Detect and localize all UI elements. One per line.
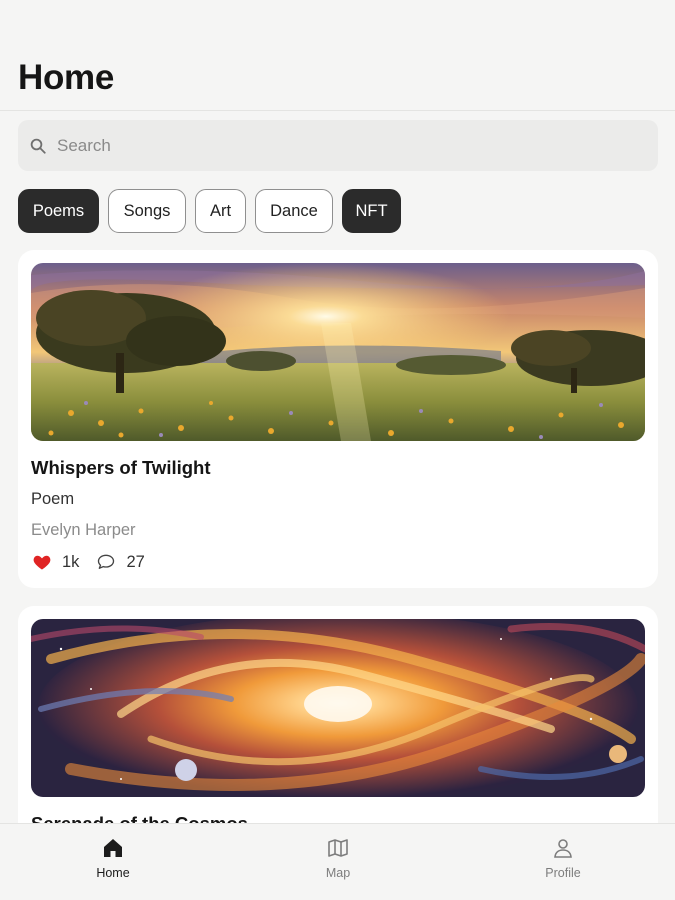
search-icon (30, 138, 46, 154)
page-title: Home (18, 58, 115, 97)
header: Home (0, 0, 675, 111)
tab-profile[interactable]: Profile (513, 836, 613, 890)
like-count: 1k (62, 552, 80, 571)
chip-songs[interactable]: Songs (108, 189, 186, 233)
profile-icon (554, 839, 572, 858)
heart-icon[interactable] (32, 552, 52, 572)
card-image (31, 263, 645, 441)
home-icon (104, 839, 122, 857)
card-author: Evelyn Harper (31, 521, 136, 539)
sunset-meadow-painting (31, 263, 645, 441)
tab-home[interactable]: Home (63, 836, 163, 890)
chip-dance[interactable]: Dance (255, 189, 333, 233)
chip-art[interactable]: Art (195, 189, 246, 233)
chip-poems[interactable]: Poems (18, 189, 99, 233)
map-icon (328, 839, 348, 857)
card-type: Poem (31, 490, 75, 508)
card-stats: 1k 27 (32, 552, 162, 572)
comment-count: 27 (126, 552, 145, 571)
galaxy-swirl-painting (31, 619, 645, 797)
search-input[interactable] (57, 135, 617, 156)
comment-icon[interactable] (96, 552, 116, 572)
bottom-tab-bar: Home Map Profile (0, 823, 675, 900)
feed-card[interactable]: Serenade of the Cosmos (18, 606, 658, 823)
card-title: Whispers of Twilight (31, 457, 211, 478)
tab-label: Home (96, 866, 130, 880)
tab-label: Map (325, 866, 351, 880)
category-chips: Poems Songs Art Dance NFT (18, 189, 410, 233)
tab-label: Profile (545, 866, 581, 880)
feed-list: Whispers of Twilight Poem Evelyn Harper … (0, 250, 675, 823)
feed-card[interactable]: Whispers of Twilight Poem Evelyn Harper … (18, 250, 658, 588)
search-bar[interactable] (18, 120, 658, 171)
card-title: Serenade of the Cosmos (31, 813, 248, 823)
card-image (31, 619, 645, 797)
chip-nft[interactable]: NFT (342, 189, 401, 233)
tab-map[interactable]: Map (288, 836, 388, 890)
